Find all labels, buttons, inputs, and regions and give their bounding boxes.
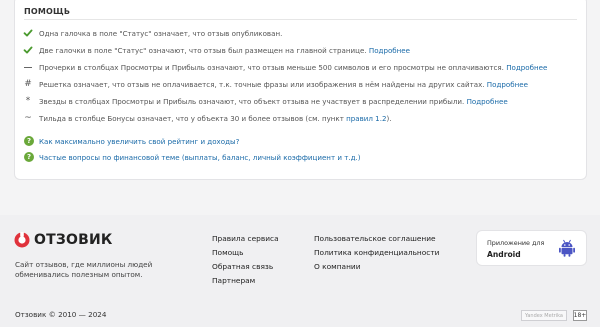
- help-row: Прочерки в столбцах Просмотры и Прибыль …: [23, 61, 547, 73]
- faq-item[interactable]: ? Как максимально увеличить свой рейтинг…: [24, 136, 239, 146]
- footer-tagline: Сайт отзывов, где миллионы людей обменив…: [15, 260, 153, 279]
- question-icon: ?: [24, 152, 34, 162]
- tilde-icon: ~: [24, 113, 32, 123]
- logo-icon: [14, 232, 30, 248]
- help-title: ПОМОЩЬ: [24, 7, 71, 16]
- divider: [24, 19, 577, 20]
- double-check-icon: [23, 45, 33, 55]
- hash-icon: #: [24, 79, 32, 89]
- footer-link-privacy[interactable]: Политика конфиденциальности: [314, 246, 439, 260]
- dash-icon: [23, 62, 33, 72]
- footer-link-feedback[interactable]: Обратная связь: [212, 260, 279, 274]
- single-check-icon: [23, 28, 33, 38]
- help-row-text: Одна галочка в поле "Статус" означает, ч…: [39, 28, 283, 38]
- help-row: Одна галочка в поле "Статус" означает, ч…: [23, 27, 282, 39]
- metrika-counter[interactable]: Yandex Metrika: [521, 310, 567, 321]
- more-link[interactable]: Подробнее: [467, 97, 508, 106]
- footer-links-column: Пользовательское соглашение Политика кон…: [314, 232, 439, 274]
- faq-link[interactable]: Как максимально увеличить свой рейтинг и…: [39, 137, 239, 146]
- more-link[interactable]: Подробнее: [487, 80, 528, 89]
- help-row-text: Тильда в столбце Бонусы означает, что у …: [39, 113, 392, 123]
- faq-link[interactable]: Частые вопросы по финансовой теме (выпла…: [39, 153, 361, 162]
- more-link[interactable]: Подробнее: [369, 46, 410, 55]
- footer-link-agreement[interactable]: Пользовательское соглашение: [314, 232, 439, 246]
- footer-link-rules[interactable]: Правила сервиса: [212, 232, 279, 246]
- age-rating-badge: 18+: [573, 310, 587, 321]
- footer-link-about[interactable]: О компании: [314, 260, 439, 274]
- help-row-text: Звезды в столбцах Просмотры и Прибыль оз…: [39, 96, 508, 106]
- copyright: Отзовик © 2010 — 2024: [15, 310, 107, 319]
- rules-link[interactable]: правил 1.2: [346, 114, 386, 123]
- asterisk-icon: *: [25, 96, 31, 106]
- help-row: Две галочки в поле "Статус" означают, чт…: [23, 44, 410, 56]
- footer-link-partners[interactable]: Партнерам: [212, 274, 279, 288]
- site-logo[interactable]: ОТЗОВИК: [14, 232, 113, 248]
- help-row: * Звезды в столбцах Просмотры и Прибыль …: [23, 95, 508, 107]
- android-app-button[interactable]: Приложение для Android: [476, 230, 587, 266]
- app-caption: Приложение для: [487, 239, 545, 247]
- faq-item[interactable]: ? Частые вопросы по финансовой теме (вып…: [24, 152, 361, 162]
- help-row: ~ Тильда в столбце Бонусы означает, что …: [23, 112, 392, 124]
- app-platform: Android: [487, 250, 521, 259]
- help-row-text: Две галочки в поле "Статус" означают, чт…: [39, 45, 411, 55]
- footer-links-column: Правила сервиса Помощь Обратная связь Па…: [212, 232, 279, 288]
- help-row: # Решетка означает, что отзыв не оплачив…: [23, 78, 528, 90]
- help-row-text: Решетка означает, что отзыв не оплачивае…: [39, 79, 528, 89]
- question-icon: ?: [24, 136, 34, 146]
- help-row-text: Прочерки в столбцах Просмотры и Прибыль …: [39, 62, 548, 72]
- footer-link-help[interactable]: Помощь: [212, 246, 279, 260]
- logo-text: ОТЗОВИК: [34, 232, 113, 248]
- help-panel: ПОМОЩЬ Одна галочка в поле "Статус" озна…: [14, 0, 587, 180]
- more-link[interactable]: Подробнее: [506, 63, 547, 72]
- android-icon: [559, 239, 575, 257]
